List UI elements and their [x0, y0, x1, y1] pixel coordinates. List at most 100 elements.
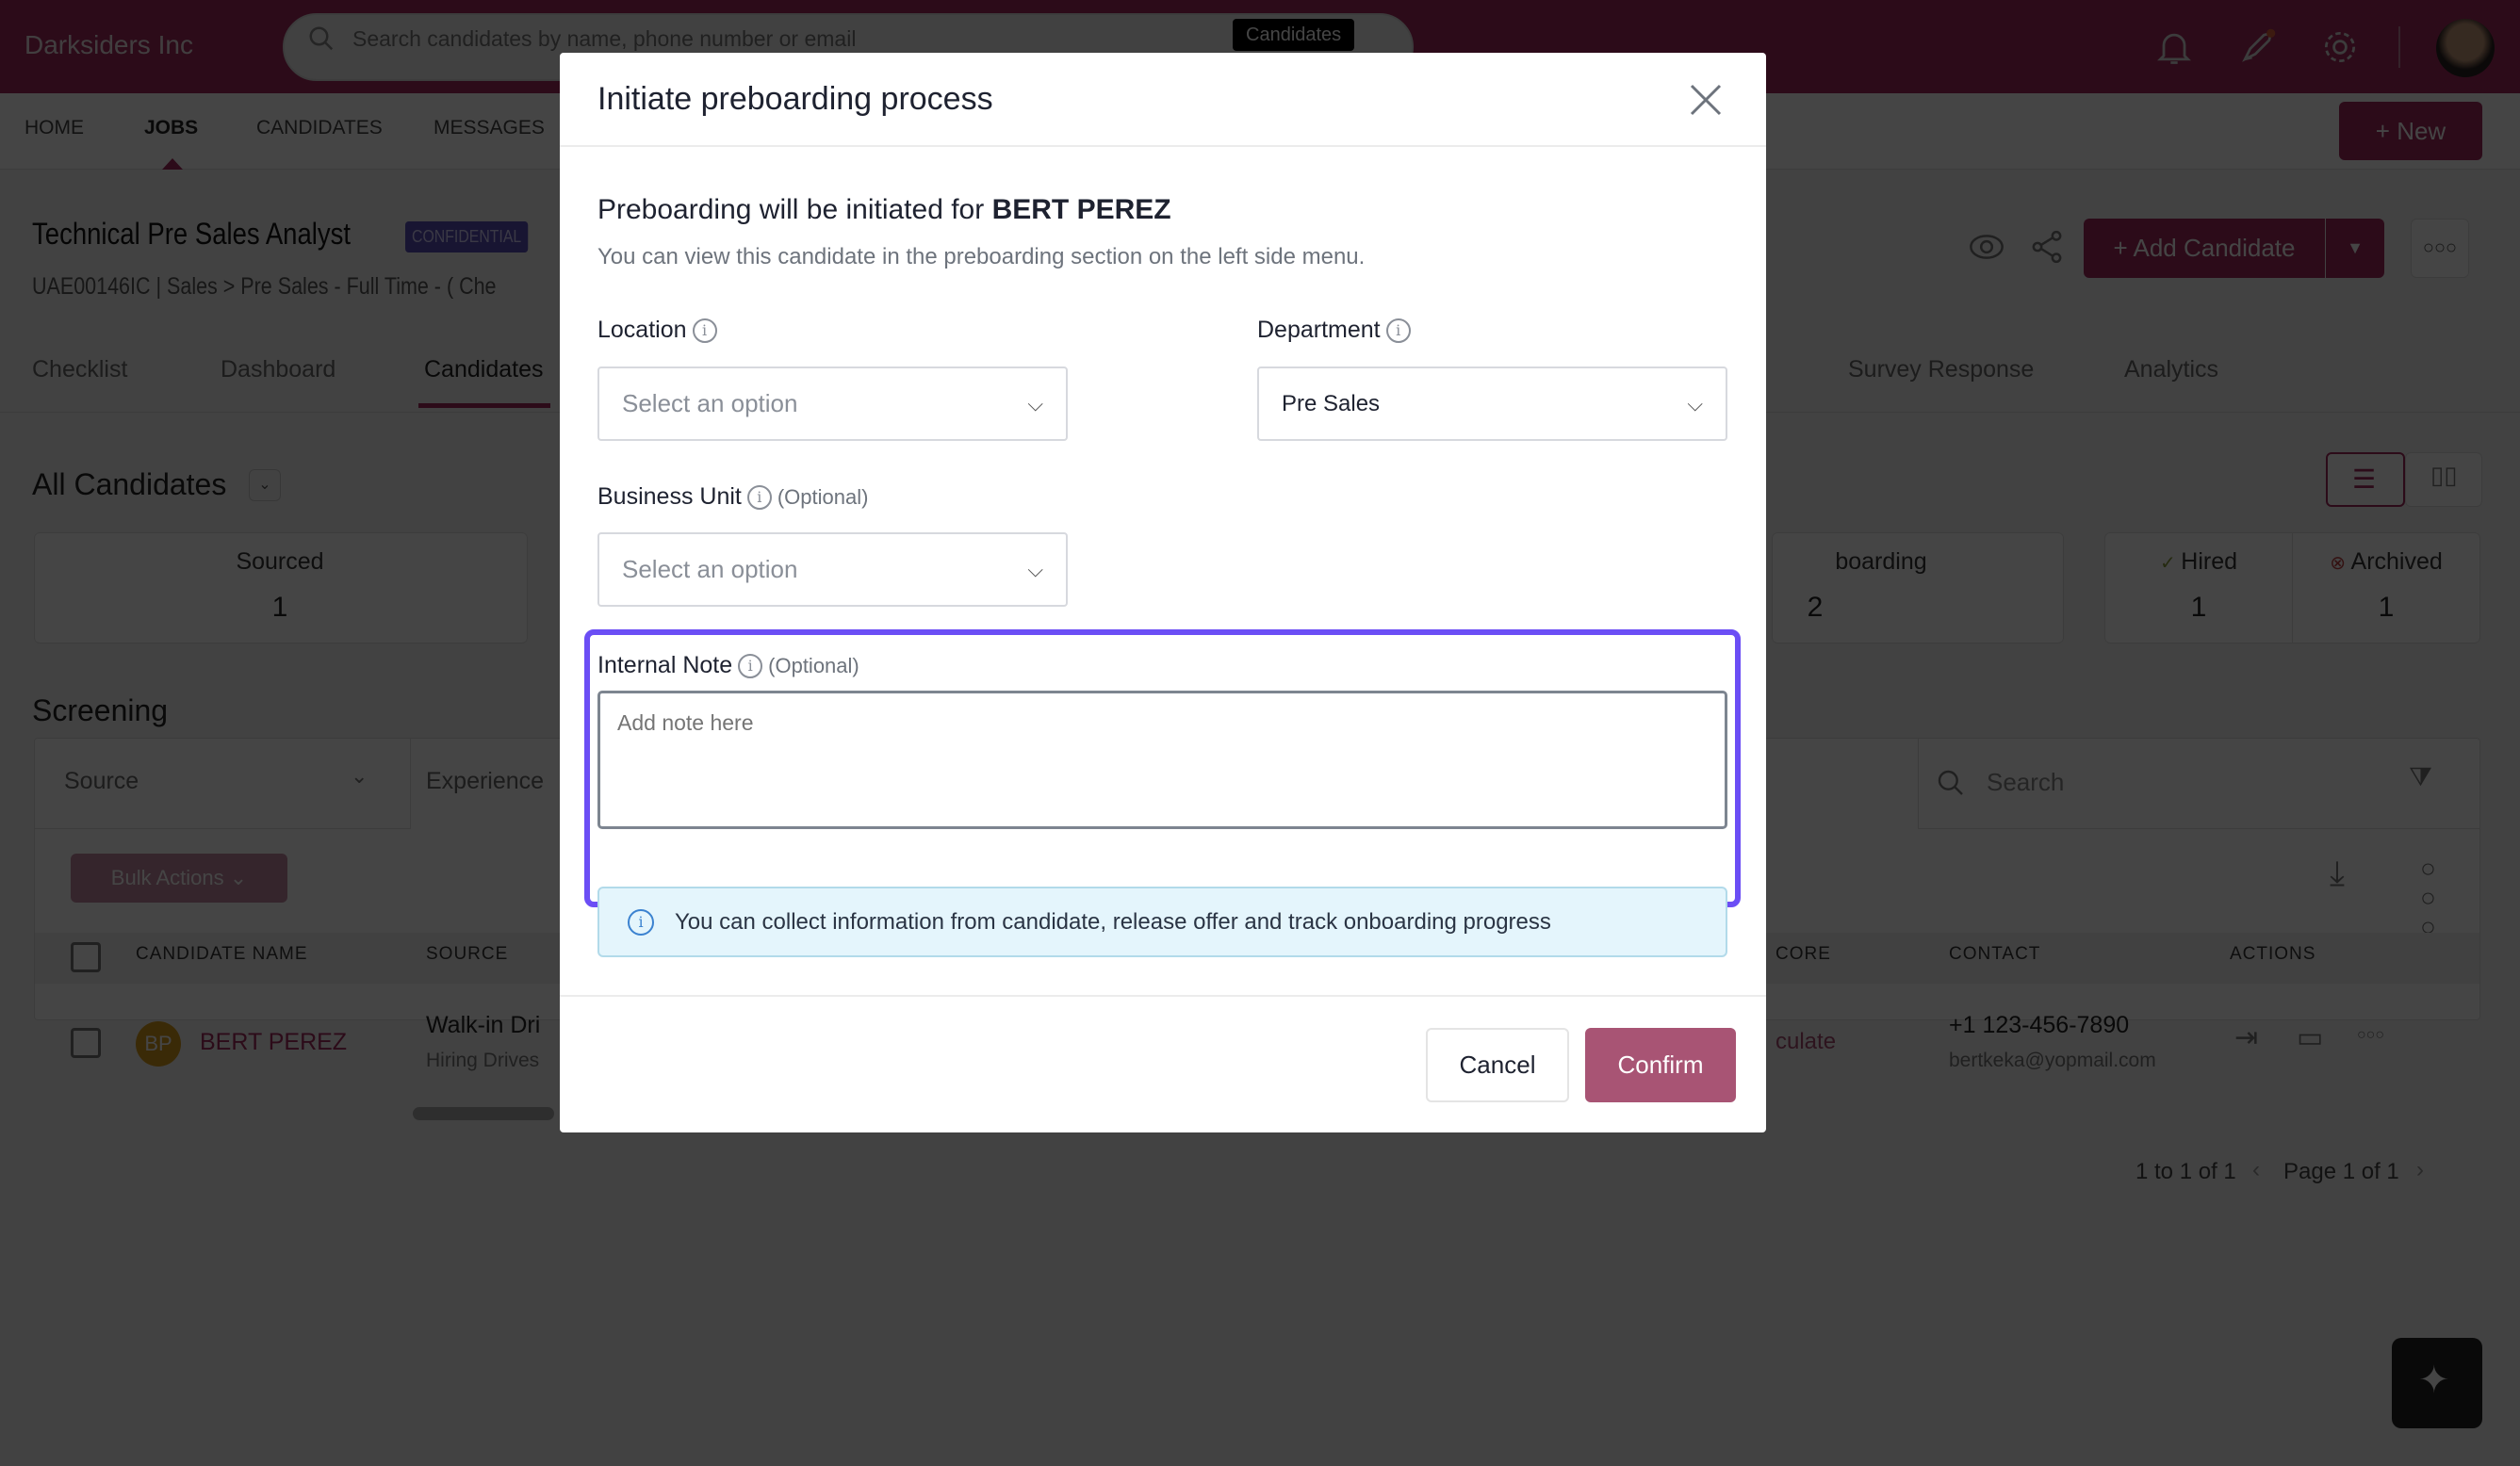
info-icon[interactable]: i [692, 318, 717, 343]
search-placeholder: Search candidates by name, phone number … [352, 26, 857, 51]
chevron-down-icon: ⌵ [1027, 391, 1043, 415]
modal-title: Initiate preboarding process [597, 81, 993, 117]
chevron-down-icon: ⌵ [1027, 557, 1043, 581]
check-circle-icon: ✓ [2159, 553, 2182, 574]
tab-candidates[interactable]: Candidates [424, 356, 543, 383]
column-header[interactable]: SOURCE [426, 944, 508, 965]
candidate-phone: +1 123-456-7890 [1949, 1012, 2130, 1038]
clear-filter-icon[interactable]: ⧩ [2409, 762, 2432, 793]
eye-icon[interactable] [1968, 228, 2005, 266]
column-header[interactable]: CONTACT [1949, 944, 2040, 965]
add-candidate-button[interactable]: + Add Candidate [2084, 219, 2325, 278]
optional-tag: (Optional) [777, 484, 869, 509]
row-checkbox[interactable] [71, 1028, 101, 1058]
column-header[interactable]: ACTIONS [2230, 944, 2315, 965]
experience-filter[interactable]: Experience [426, 768, 544, 795]
calculate-score-link[interactable]: culate [1775, 1029, 1836, 1055]
user-avatar[interactable] [2436, 19, 2495, 77]
kanban-view-toggle[interactable]: ▯▯ [2405, 452, 2482, 507]
nav-home[interactable]: HOME [25, 117, 84, 139]
candidate-view-title[interactable]: All Candidates [32, 467, 226, 502]
tab-checklist[interactable]: Checklist [32, 356, 127, 383]
stage-hired[interactable]: ✓ Hired [2105, 548, 2292, 576]
kanban-icon: ▯▯ [2430, 461, 2458, 489]
source-filter[interactable]: Source ⌄ [34, 738, 411, 829]
stage-label: Archived [2350, 548, 2443, 575]
preboarding-intro: Preboarding will be initiated for BERT P… [597, 194, 1171, 226]
table-search[interactable]: Search ⧩ [1918, 738, 2480, 829]
download-icon[interactable]: ⤓ [2330, 854, 2345, 894]
info-icon[interactable]: i [738, 653, 763, 678]
internal-note-textarea[interactable] [597, 691, 1727, 829]
select-all-checkbox[interactable] [71, 942, 101, 972]
confirm-button[interactable]: Confirm [1585, 1028, 1736, 1102]
business-unit-label: Business Unit i (Optional) [597, 483, 868, 511]
footer-divider [560, 995, 1766, 997]
candidate-source-sub: Hiring Drives [426, 1050, 540, 1071]
move-stage-icon[interactable]: ⇥ [2234, 1021, 2258, 1054]
department-select[interactable]: Pre Sales ⌵ [1257, 366, 1727, 441]
magic-wand-icon: ✦ [2418, 1360, 2450, 1401]
business-unit-select[interactable]: Select an option ⌵ [597, 532, 1068, 607]
tab-analytics[interactable]: Analytics [2124, 356, 2218, 383]
header-divider [560, 145, 1766, 147]
search-scope-dropdown[interactable]: Candidates [1233, 19, 1355, 51]
stage-count: 1 [2378, 592, 2395, 623]
divider [2398, 26, 2400, 68]
info-icon: i [628, 908, 654, 936]
filter-label: Source [64, 768, 139, 794]
next-page-icon[interactable]: › [2416, 1157, 2424, 1183]
chevron-down-icon: ⌄ [223, 866, 248, 889]
prev-page-icon[interactable]: ‹ [2252, 1157, 2260, 1183]
stage-card-sourced[interactable]: Sourced 1 [34, 532, 528, 643]
more-options-button[interactable]: ○○○ [2411, 219, 2469, 278]
add-candidate-dropdown[interactable]: ▼ [2326, 219, 2384, 278]
bell-icon[interactable] [2153, 26, 2195, 68]
list-view-toggle[interactable]: ☰ [2326, 452, 2405, 507]
cancel-button[interactable]: Cancel [1426, 1028, 1569, 1102]
info-icon[interactable]: i [1385, 318, 1411, 343]
location-select[interactable]: Select an option ⌵ [597, 366, 1068, 441]
caret-down-icon: ▼ [2347, 238, 2364, 257]
row-more-icon[interactable]: ○○○ [2357, 1027, 2384, 1044]
candidate-email: bertkeka@yopmail.com [1949, 1050, 2156, 1071]
share-icon[interactable] [2028, 228, 2066, 266]
nav-jobs[interactable]: JOBS [144, 117, 198, 139]
kebab-menu-icon[interactable]: ○○○ [2413, 854, 2443, 941]
close-icon[interactable] [1687, 81, 1725, 119]
company-logo[interactable]: Darksiders Inc [25, 30, 193, 60]
stage-count: 1 [271, 592, 288, 623]
search-placeholder: Search [1987, 768, 2065, 796]
stage-card-preboarding[interactable]: boarding 2 [1772, 532, 2064, 643]
column-header[interactable]: CANDIDATE NAME [136, 944, 308, 965]
ai-assistant-button[interactable]: ✦ [2392, 1338, 2482, 1428]
nav-candidates[interactable]: CANDIDATES [256, 117, 383, 139]
job-title: Technical Pre Sales Analyst [32, 217, 352, 251]
tab-survey-response[interactable]: Survey Response [1848, 356, 2034, 383]
tab-dashboard[interactable]: Dashboard [221, 356, 335, 383]
select-placeholder: Select an option [622, 555, 798, 583]
view-chevron-down-icon[interactable]: ⌄ [249, 469, 281, 501]
label-text: Business Unit [597, 483, 742, 510]
candidate-avatar: BP [136, 1021, 181, 1067]
gear-icon[interactable] [2319, 26, 2361, 68]
chevron-down-icon: ⌵ [1687, 391, 1703, 415]
more-horizontal-icon: ○○○ [2422, 237, 2458, 258]
bulk-actions-button[interactable]: Bulk Actions ⌄ [71, 854, 287, 903]
horizontal-scrollbar[interactable] [413, 1107, 554, 1120]
candidate-name-link[interactable]: BERT PEREZ [200, 1029, 347, 1056]
pagination-range: 1 to 1 of 1 [2135, 1159, 2236, 1184]
preboarding-subtext: You can view this candidate in the prebo… [597, 244, 1366, 269]
active-tab-underline [418, 403, 550, 408]
department-label: Department i [1257, 317, 1411, 344]
info-icon[interactable]: i [746, 484, 772, 510]
label-text: Internal Note [597, 652, 733, 678]
column-header[interactable]: CORE [1775, 944, 1831, 965]
select-value: Pre Sales [1282, 390, 1381, 416]
list-icon: ☰ [2352, 464, 2377, 494]
rocket-icon[interactable] [2236, 26, 2278, 68]
new-button[interactable]: + New [2339, 102, 2482, 160]
stage-archived[interactable]: ⊗ Archived [2293, 548, 2479, 576]
comment-icon[interactable]: ▭ [2297, 1021, 2323, 1054]
nav-messages[interactable]: MESSAGES [434, 117, 545, 139]
